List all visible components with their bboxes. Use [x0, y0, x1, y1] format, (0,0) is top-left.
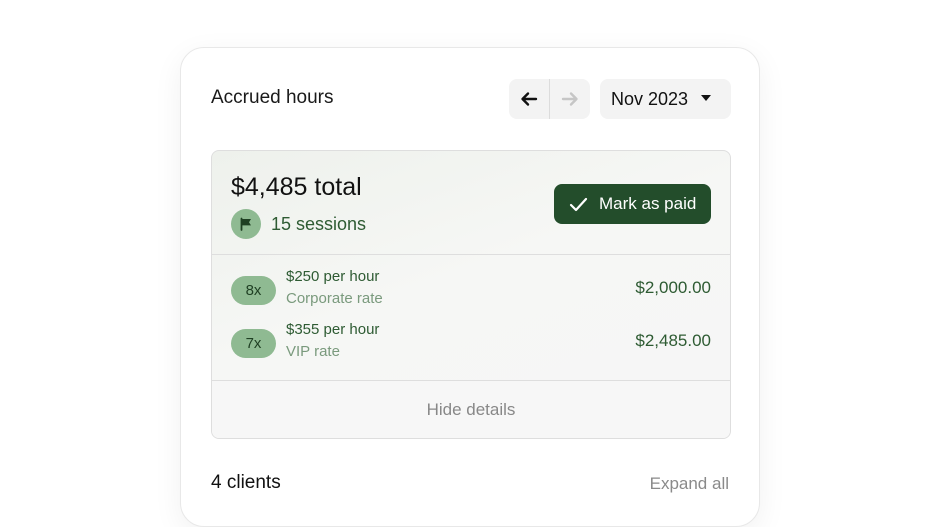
rate-price: $355 per hour: [286, 321, 380, 338]
hide-details-button[interactable]: Hide details: [212, 381, 730, 438]
arrow-right-icon: [561, 92, 578, 106]
mark-as-paid-label: Mark as paid: [599, 194, 697, 213]
quantity-badge: 8x: [231, 276, 276, 305]
expand-all-link[interactable]: Expand all: [650, 474, 729, 494]
month-select[interactable]: Nov 2023: [600, 79, 731, 119]
accrued-hours-card: Accrued hours Nov 2023 $4,485 total 15 s…: [180, 47, 760, 527]
rate-type: Corporate rate: [286, 290, 383, 307]
check-icon: [569, 197, 588, 211]
rate-row: 7x $355 per hour VIP rate $2,485.00: [231, 321, 711, 361]
next-month-button[interactable]: [550, 79, 590, 119]
arrow-left-icon: [521, 92, 538, 106]
rate-amount: $2,000.00: [635, 278, 711, 297]
caret-down-icon: [701, 95, 711, 101]
rate-row: 8x $250 per hour Corporate rate $2,000.0…: [231, 268, 711, 308]
summary-panel: $4,485 total 15 sessions Mark as paid 8x…: [211, 150, 731, 439]
card-title: Accrued hours: [211, 87, 334, 108]
sessions-label: 15 sessions: [271, 213, 367, 234]
divider: [212, 254, 730, 255]
total-amount: $4,485 total: [231, 173, 362, 201]
previous-month-button[interactable]: [509, 79, 549, 119]
month-navigation: [509, 79, 590, 119]
mark-as-paid-button[interactable]: Mark as paid: [554, 184, 711, 224]
month-label: Nov 2023: [611, 88, 689, 109]
flag-icon: [231, 209, 261, 239]
quantity-badge: 7x: [231, 329, 276, 358]
rate-amount: $2,485.00: [635, 331, 711, 350]
sessions-count: 15 sessions: [231, 209, 366, 239]
clients-heading: 4 clients: [211, 472, 281, 493]
rate-type: VIP rate: [286, 343, 340, 360]
rate-price: $250 per hour: [286, 268, 380, 285]
